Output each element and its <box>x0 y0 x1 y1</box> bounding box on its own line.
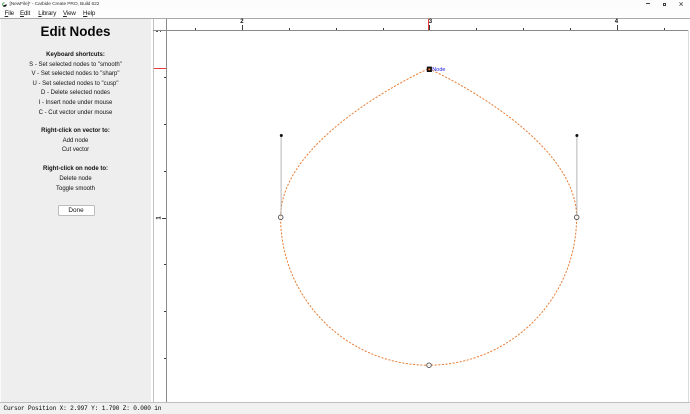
svg-text:Node: Node <box>432 67 445 73</box>
